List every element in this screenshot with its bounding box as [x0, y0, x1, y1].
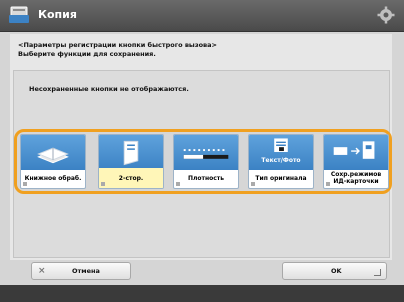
bottom-bar: [0, 285, 404, 302]
function-tile-label: 2-стор.: [99, 168, 163, 188]
copy-app-icon: [9, 6, 29, 23]
instructions-line1: <Параметры регистрации кнопки быстрого в…: [18, 41, 218, 49]
cancel-button[interactable]: × Отмена: [31, 262, 131, 280]
function-tile-id-card[interactable]: Сохр.режимов ИД-карточки: [323, 134, 389, 189]
gear-icon[interactable]: [377, 6, 395, 24]
instructions-line2: Выберите функции для сохранения.: [18, 50, 156, 58]
two-sided-icon: [123, 140, 139, 166]
ok-button[interactable]: OK: [282, 262, 387, 280]
original-type-value: Текст/Фото: [261, 157, 301, 164]
function-tile-two-sided[interactable]: 2-стор.: [98, 134, 164, 189]
function-tile-label: Тип оригинала: [255, 174, 307, 182]
window-title: Копия: [38, 8, 77, 21]
density-icon: [183, 149, 229, 159]
function-tile-label: Книжное обраб.: [24, 174, 82, 182]
title-bar: Копия: [0, 0, 404, 32]
close-icon: ×: [38, 266, 46, 276]
book-icon: [37, 147, 69, 164]
function-tile-book[interactable]: Книжное обраб.: [20, 134, 86, 189]
panel-message: Несохраненные кнопки не отображаются.: [29, 85, 189, 93]
function-tile-label: Сохр.режимов ИД-карточки: [330, 171, 382, 185]
original-type-icon: [274, 138, 288, 153]
cancel-label: Отмена: [72, 267, 100, 275]
function-tile-label: Плотность: [187, 174, 225, 182]
corner-icon: [374, 269, 381, 276]
function-tile-density[interactable]: Плотность: [173, 134, 239, 189]
instructions: <Параметры регистрации кнопки быстрого в…: [18, 41, 217, 59]
ok-label: OK: [331, 267, 342, 275]
function-tile-original-type[interactable]: Текст/Фото Тип оригинала: [248, 134, 314, 189]
id-card-icon: [333, 141, 375, 159]
